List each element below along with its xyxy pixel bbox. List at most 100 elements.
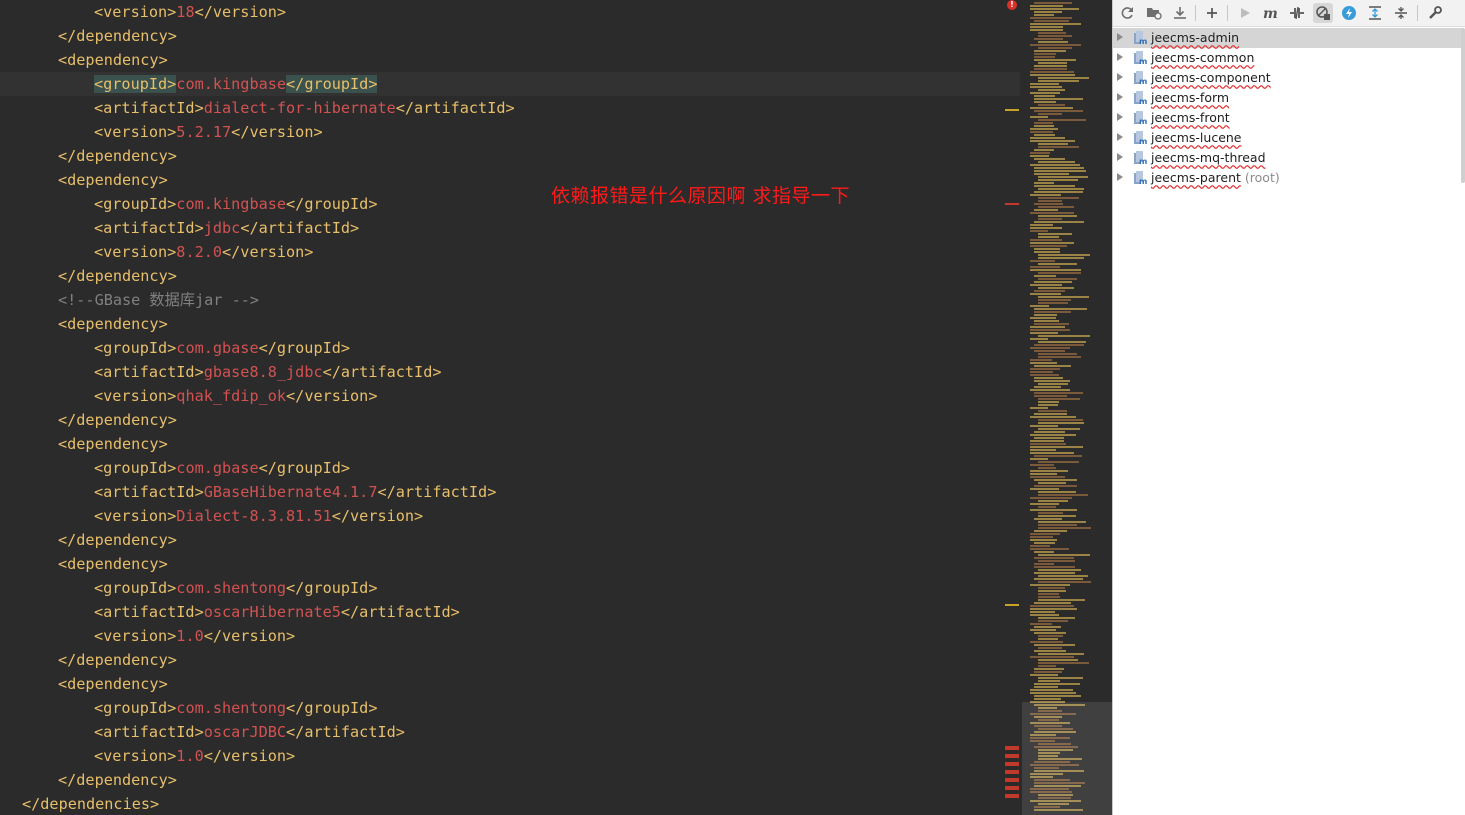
maven-project-jeecms-admin[interactable]: m jeecms-admin — [1113, 28, 1463, 48]
maven-project-label: jeecms-parent (root) — [1151, 170, 1280, 185]
error-mark[interactable] — [1005, 203, 1019, 205]
code-line[interactable]: <groupId>com.shentong</groupId> — [0, 576, 1020, 600]
code-line[interactable]: </dependency> — [0, 408, 1020, 432]
code-line-content: <artifactId>GBaseHibernate4.1.7</artifac… — [94, 480, 496, 504]
reload-icon[interactable] — [1118, 3, 1138, 23]
run-icon[interactable] — [1235, 3, 1255, 23]
expand-arrow-icon[interactable] — [1117, 73, 1123, 81]
code-line[interactable]: <groupId>com.gbase</groupId> — [0, 456, 1020, 480]
warning-mark[interactable] — [1005, 109, 1019, 111]
code-line[interactable]: <groupId>com.kingbase</groupId> — [0, 72, 1020, 96]
code-line[interactable]: </dependency> — [0, 24, 1020, 48]
add-icon[interactable] — [1202, 3, 1222, 23]
code-line[interactable]: <artifactId>dialect-for-hibernate</artif… — [0, 96, 1020, 120]
scrollbar[interactable] — [1461, 28, 1465, 183]
code-line[interactable]: <groupId>com.gbase</groupId> — [0, 336, 1020, 360]
minimap-line — [1030, 443, 1066, 445]
maven-project-label: jeecms-component — [1151, 70, 1271, 85]
generate-sources-icon[interactable] — [1144, 3, 1164, 23]
warning-mark[interactable] — [1005, 604, 1019, 606]
code-line[interactable]: <dependency> — [0, 312, 1020, 336]
maven-project-jeecms-lucene[interactable]: m jeecms-lucene — [1113, 128, 1463, 148]
expand-arrow-icon[interactable] — [1117, 53, 1123, 61]
expand-arrow-icon[interactable] — [1117, 93, 1123, 101]
svg-text:m: m — [1139, 117, 1147, 125]
expand-arrow-icon[interactable] — [1117, 33, 1123, 41]
code-line[interactable]: <artifactId>jdbc</artifactId> — [0, 216, 1020, 240]
code-line[interactable]: <groupId>com.shentong</groupId> — [0, 696, 1020, 720]
code-line[interactable]: <dependency> — [0, 552, 1020, 576]
error-mark[interactable] — [1005, 746, 1019, 750]
code-line[interactable]: <artifactId>gbase8.8_jdbc</artifactId> — [0, 360, 1020, 384]
error-mark[interactable] — [1005, 786, 1019, 790]
code-line[interactable]: </dependencies> — [0, 792, 1020, 815]
code-line[interactable]: <version>Dialect-8.3.81.51</version> — [0, 504, 1020, 528]
expand-arrow-icon[interactable] — [1117, 153, 1123, 161]
maven-project-jeecms-component[interactable]: m jeecms-component — [1113, 68, 1463, 88]
expand-arrow-icon[interactable] — [1117, 173, 1123, 181]
xml-open-tag: <version> — [94, 123, 177, 141]
maven-project-jeecms-mq-thread[interactable]: m jeecms-mq-thread — [1113, 148, 1463, 168]
code-comment-line[interactable]: <!--GBase 数据库jar --> — [0, 288, 1020, 312]
maven-project-jeecms-front[interactable]: m jeecms-front — [1113, 108, 1463, 128]
error-mark[interactable] — [1005, 778, 1019, 782]
skip-tests-icon[interactable] — [1313, 3, 1333, 23]
settings-wrench-icon[interactable] — [1425, 3, 1445, 23]
xml-close-tag: </groupId> — [258, 459, 351, 477]
minimap-line — [1034, 101, 1056, 103]
maven-project-jeecms-form[interactable]: m jeecms-form — [1113, 88, 1463, 108]
code-editor[interactable]: <version>18</version> </dependency> <depen… — [0, 0, 1020, 815]
xml-open-tag: </dependency> — [58, 531, 177, 549]
minimap-line — [1034, 2, 1072, 4]
error-mark[interactable] — [1005, 770, 1019, 774]
code-line[interactable]: <version>1.0</version> — [0, 744, 1020, 768]
show-dependencies-icon[interactable] — [1339, 3, 1359, 23]
code-line[interactable]: <dependency> — [0, 432, 1020, 456]
code-line[interactable]: <dependency> — [0, 48, 1020, 72]
minimap-line — [1030, 488, 1059, 490]
download-icon[interactable] — [1170, 3, 1190, 23]
minimap-line — [1038, 62, 1067, 64]
minimap-line — [1030, 266, 1060, 268]
minimap-line — [1038, 635, 1063, 637]
expand-all-icon[interactable] — [1365, 3, 1385, 23]
project-name: jeecms-lucene — [1151, 130, 1242, 145]
expand-arrow-icon[interactable] — [1117, 113, 1123, 121]
minimap-line — [1030, 230, 1048, 232]
minimap-viewport[interactable] — [1022, 702, 1112, 815]
code-line[interactable]: </dependency> — [0, 768, 1020, 792]
code-line[interactable]: <dependency> — [0, 672, 1020, 696]
maven-goal-icon[interactable]: m — [1261, 3, 1281, 23]
svg-text:m: m — [1139, 57, 1147, 65]
maven-project-jeecms-parent[interactable]: m jeecms-parent (root) — [1113, 168, 1463, 188]
code-line[interactable]: <artifactId>oscarHibernate5</artifactId> — [0, 600, 1020, 624]
code-line[interactable]: <dependency> — [0, 168, 1020, 192]
error-mark[interactable] — [1005, 754, 1019, 758]
expand-arrow-icon[interactable] — [1117, 133, 1123, 141]
toggle-offline-icon[interactable] — [1287, 3, 1307, 23]
code-line[interactable]: <version>qhak_fdip_ok</version> — [0, 384, 1020, 408]
collapse-all-icon[interactable] — [1391, 3, 1411, 23]
minimap-line — [1030, 533, 1060, 535]
error-stripe[interactable]: ! — [1000, 0, 1020, 815]
code-minimap[interactable] — [1022, 0, 1112, 815]
minimap-line — [1030, 152, 1050, 154]
minimap-line — [1034, 14, 1054, 16]
error-mark[interactable] — [1005, 762, 1019, 766]
error-indicator-icon[interactable]: ! — [1007, 0, 1017, 10]
code-line[interactable]: </dependency> — [0, 648, 1020, 672]
code-line[interactable]: <artifactId>oscarJDBC</artifactId> — [0, 720, 1020, 744]
code-line[interactable]: <artifactId>GBaseHibernate4.1.7</artifac… — [0, 480, 1020, 504]
error-mark[interactable] — [1005, 794, 1019, 798]
code-line[interactable]: </dependency> — [0, 264, 1020, 288]
code-line[interactable]: </dependency> — [0, 144, 1020, 168]
code-line[interactable]: <groupId>com.kingbase</groupId> — [0, 192, 1020, 216]
code-line[interactable]: </dependency> — [0, 528, 1020, 552]
code-line[interactable]: <version>8.2.0</version> — [0, 240, 1020, 264]
minimap-line — [1034, 572, 1075, 574]
code-line[interactable]: <version>18</version> — [0, 0, 1020, 24]
toolbar-separator — [1227, 5, 1228, 21]
code-line[interactable]: <version>5.2.17</version> — [0, 120, 1020, 144]
code-line[interactable]: <version>1.0</version> — [0, 624, 1020, 648]
maven-project-jeecms-common[interactable]: m jeecms-common — [1113, 48, 1463, 68]
